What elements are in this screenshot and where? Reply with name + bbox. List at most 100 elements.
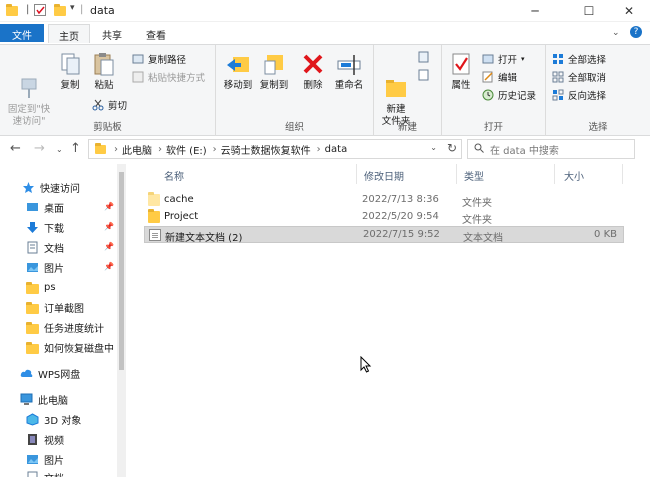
clipboard-group: 固定到"快 速访问" 复制 粘贴 复制路径 粘贴快捷方式 剪切 剪贴板 — [0, 45, 216, 136]
tab-file[interactable]: 文件 — [0, 24, 44, 42]
delete-button[interactable]: 删除 — [298, 51, 328, 92]
new-item-icon[interactable] — [418, 51, 432, 63]
column-header-type[interactable]: 类型 — [464, 168, 484, 183]
copy-path-icon — [132, 53, 144, 65]
column-header-size[interactable]: 大小 — [564, 168, 584, 183]
documents-icon — [26, 471, 39, 477]
forward-arrow-icon[interactable]: → — [34, 141, 45, 156]
copy-icon — [57, 51, 83, 77]
paste-icon — [91, 51, 117, 77]
copy-button[interactable]: 复制 — [54, 51, 86, 92]
nav-item-task-progress[interactable]: 任务进度统计 — [0, 318, 118, 337]
back-arrow-icon[interactable]: ← — [10, 141, 21, 156]
search-placeholder: 在 data 中搜索 — [490, 145, 559, 157]
new-folder-button[interactable]: 新建 文件夹 — [376, 51, 416, 128]
pin-icon[interactable]: 📌 — [104, 202, 114, 211]
tab-share[interactable]: 共享 — [92, 24, 132, 43]
copy-path-button[interactable]: 复制路径 — [132, 51, 186, 66]
tab-home[interactable]: 主页 — [48, 24, 90, 43]
documents-icon — [26, 241, 39, 254]
paste-button[interactable]: 粘贴 — [88, 51, 120, 92]
nav-item-3d-objects[interactable]: 3D 对象 — [0, 410, 118, 429]
pin-icon[interactable]: 📌 — [104, 262, 114, 271]
column-divider[interactable] — [456, 164, 457, 184]
nav-wps-drive[interactable]: WPS网盘 — [0, 364, 118, 383]
breadcrumb-data[interactable]: data — [325, 144, 348, 155]
nav-item-order-screenshots[interactable]: 订单截图 — [0, 298, 118, 317]
move-to-button[interactable]: 移动到 — [220, 51, 256, 92]
breadcrumb-recovery-software[interactable]: 云骑士数据恢复软件 — [221, 142, 311, 157]
open-button[interactable]: 打开 ▾ — [482, 51, 525, 66]
chevron-right-icon: › — [316, 143, 321, 155]
new-folder-quick-icon[interactable] — [54, 4, 66, 16]
select-none-button[interactable]: 全部取消 — [552, 69, 606, 84]
folder-icon — [148, 192, 160, 206]
nav-item-pictures[interactable]: 图片 📌 — [0, 258, 118, 277]
pictures-icon — [26, 453, 39, 466]
help-icon[interactable]: ? — [630, 26, 642, 38]
easy-access-icon[interactable] — [418, 69, 432, 81]
search-icon — [474, 143, 484, 156]
properties-quick-icon[interactable] — [34, 4, 46, 16]
rename-icon — [336, 51, 362, 77]
folder-icon — [148, 209, 160, 223]
tab-view[interactable]: 查看 — [136, 24, 176, 43]
column-divider[interactable] — [356, 164, 357, 184]
select-all-icon — [552, 53, 564, 65]
scissors-icon — [92, 99, 104, 111]
invert-selection-icon — [552, 89, 564, 101]
refresh-icon[interactable]: ↻ — [447, 141, 457, 155]
cube-icon — [26, 413, 39, 426]
rename-button[interactable]: 重命名 — [330, 51, 368, 92]
nav-item-documents[interactable]: 文档 📌 — [0, 238, 118, 257]
nav-quick-access[interactable]: 快速访问 — [0, 178, 118, 197]
new-group: 新建 文件夹 新建 — [374, 45, 442, 136]
column-divider[interactable] — [554, 164, 555, 184]
up-arrow-icon[interactable]: ↑ — [70, 141, 81, 156]
breadcrumb-drive-e[interactable]: 软件 (E:) — [166, 142, 207, 157]
paste-shortcut-button[interactable]: 粘贴快捷方式 — [132, 69, 205, 84]
address-row: ← → ⌄ ↑ › 此电脑 › 软件 (E:) › 云骑士数据恢复软件 › da… — [0, 137, 650, 161]
nav-item-ps[interactable]: ps — [0, 278, 118, 297]
recent-locations-icon[interactable]: ⌄ — [56, 145, 63, 154]
nav-item-pc-documents[interactable]: 文档 — [0, 468, 118, 477]
chevron-right-icon: › — [114, 143, 118, 155]
select-all-button[interactable]: 全部选择 — [552, 51, 606, 66]
properties-icon — [448, 51, 474, 77]
nav-item-recover-disk[interactable]: 如何恢复磁盘中 — [0, 338, 118, 357]
history-button[interactable]: 历史记录 — [482, 87, 536, 102]
edit-icon — [482, 71, 494, 83]
copy-to-button[interactable]: 复制到 — [256, 51, 292, 92]
star-icon — [22, 181, 35, 194]
desktop-icon — [26, 201, 39, 214]
pin-quick-access-button[interactable]: 固定到"快 速访问" — [4, 51, 54, 128]
file-row-project[interactable]: Project 2022/5/20 9:54 文件夹 — [144, 209, 624, 226]
collapse-ribbon-icon[interactable]: ⌄ — [612, 28, 620, 38]
nav-item-videos[interactable]: 视频 — [0, 430, 118, 449]
properties-button[interactable]: 属性 — [446, 51, 476, 92]
file-row-new-text-document[interactable]: 新建文本文档 (2) 2022/7/15 9:52 文本文档 0 KB — [144, 226, 624, 244]
invert-selection-button[interactable]: 反向选择 — [552, 87, 606, 102]
column-divider[interactable] — [622, 164, 623, 184]
nav-item-pc-pictures[interactable]: 图片 — [0, 450, 118, 469]
pictures-icon — [26, 261, 39, 274]
nav-this-pc[interactable]: 此电脑 — [0, 390, 118, 409]
nav-item-desktop[interactable]: 桌面 📌 — [0, 198, 118, 217]
close-button[interactable]: ✕ — [606, 0, 650, 22]
nav-item-downloads[interactable]: 下载 📌 — [0, 218, 118, 237]
edit-button[interactable]: 编辑 — [482, 69, 517, 84]
address-dropdown-icon[interactable]: ⌄ — [430, 143, 437, 152]
file-row-cache[interactable]: cache 2022/7/13 8:36 文件夹 — [144, 192, 624, 209]
file-list: 名称 修改日期 类型 大小 cache 2022/7/13 8:36 文件夹 P… — [132, 162, 650, 477]
cut-button[interactable]: 剪切 — [92, 97, 127, 112]
select-group-label: 选择 — [588, 122, 608, 133]
minimize-button[interactable]: ─ — [512, 0, 558, 22]
breadcrumb-this-pc[interactable]: 此电脑 — [122, 142, 152, 157]
column-header-date[interactable]: 修改日期 — [364, 168, 404, 183]
pin-icon[interactable]: 📌 — [104, 222, 114, 231]
column-header-name[interactable]: 名称 — [164, 168, 184, 183]
address-bar[interactable]: › 此电脑 › 软件 (E:) › 云骑士数据恢复软件 › data ⌄ ↻ — [88, 139, 462, 159]
pin-icon[interactable]: 📌 — [104, 242, 114, 251]
search-box[interactable]: 在 data 中搜索 — [467, 139, 635, 159]
nav-scrollbar-thumb[interactable] — [119, 172, 124, 370]
